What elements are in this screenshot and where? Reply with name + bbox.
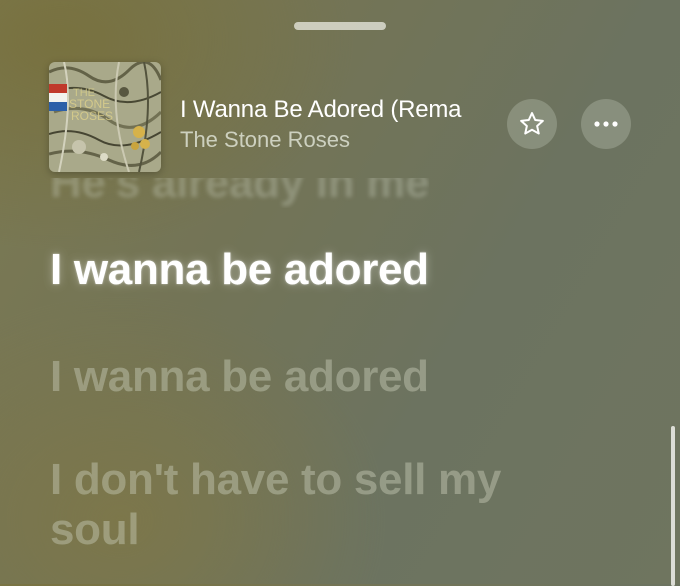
star-icon <box>520 112 544 135</box>
album-art[interactable]: THE STONE ROSES <box>49 62 161 172</box>
more-options-button[interactable] <box>581 99 631 149</box>
track-title[interactable]: I Wanna Be Adored (Rema <box>180 96 498 124</box>
lyric-line-next[interactable]: I wanna be adored <box>50 352 429 402</box>
album-art-image: THE STONE ROSES <box>49 62 161 172</box>
svg-text:ROSES: ROSES <box>71 109 113 123</box>
ellipsis-icon <box>594 121 618 127</box>
lyric-line-current[interactable]: I wanna be adored <box>50 245 429 295</box>
favorite-button[interactable] <box>507 99 557 149</box>
lyric-line-next[interactable]: I don't have to sell my soul <box>50 455 570 555</box>
track-artist[interactable]: The Stone Roses <box>180 127 350 153</box>
scrollbar[interactable] <box>671 426 675 586</box>
sheet-grabber-handle[interactable] <box>294 22 386 30</box>
